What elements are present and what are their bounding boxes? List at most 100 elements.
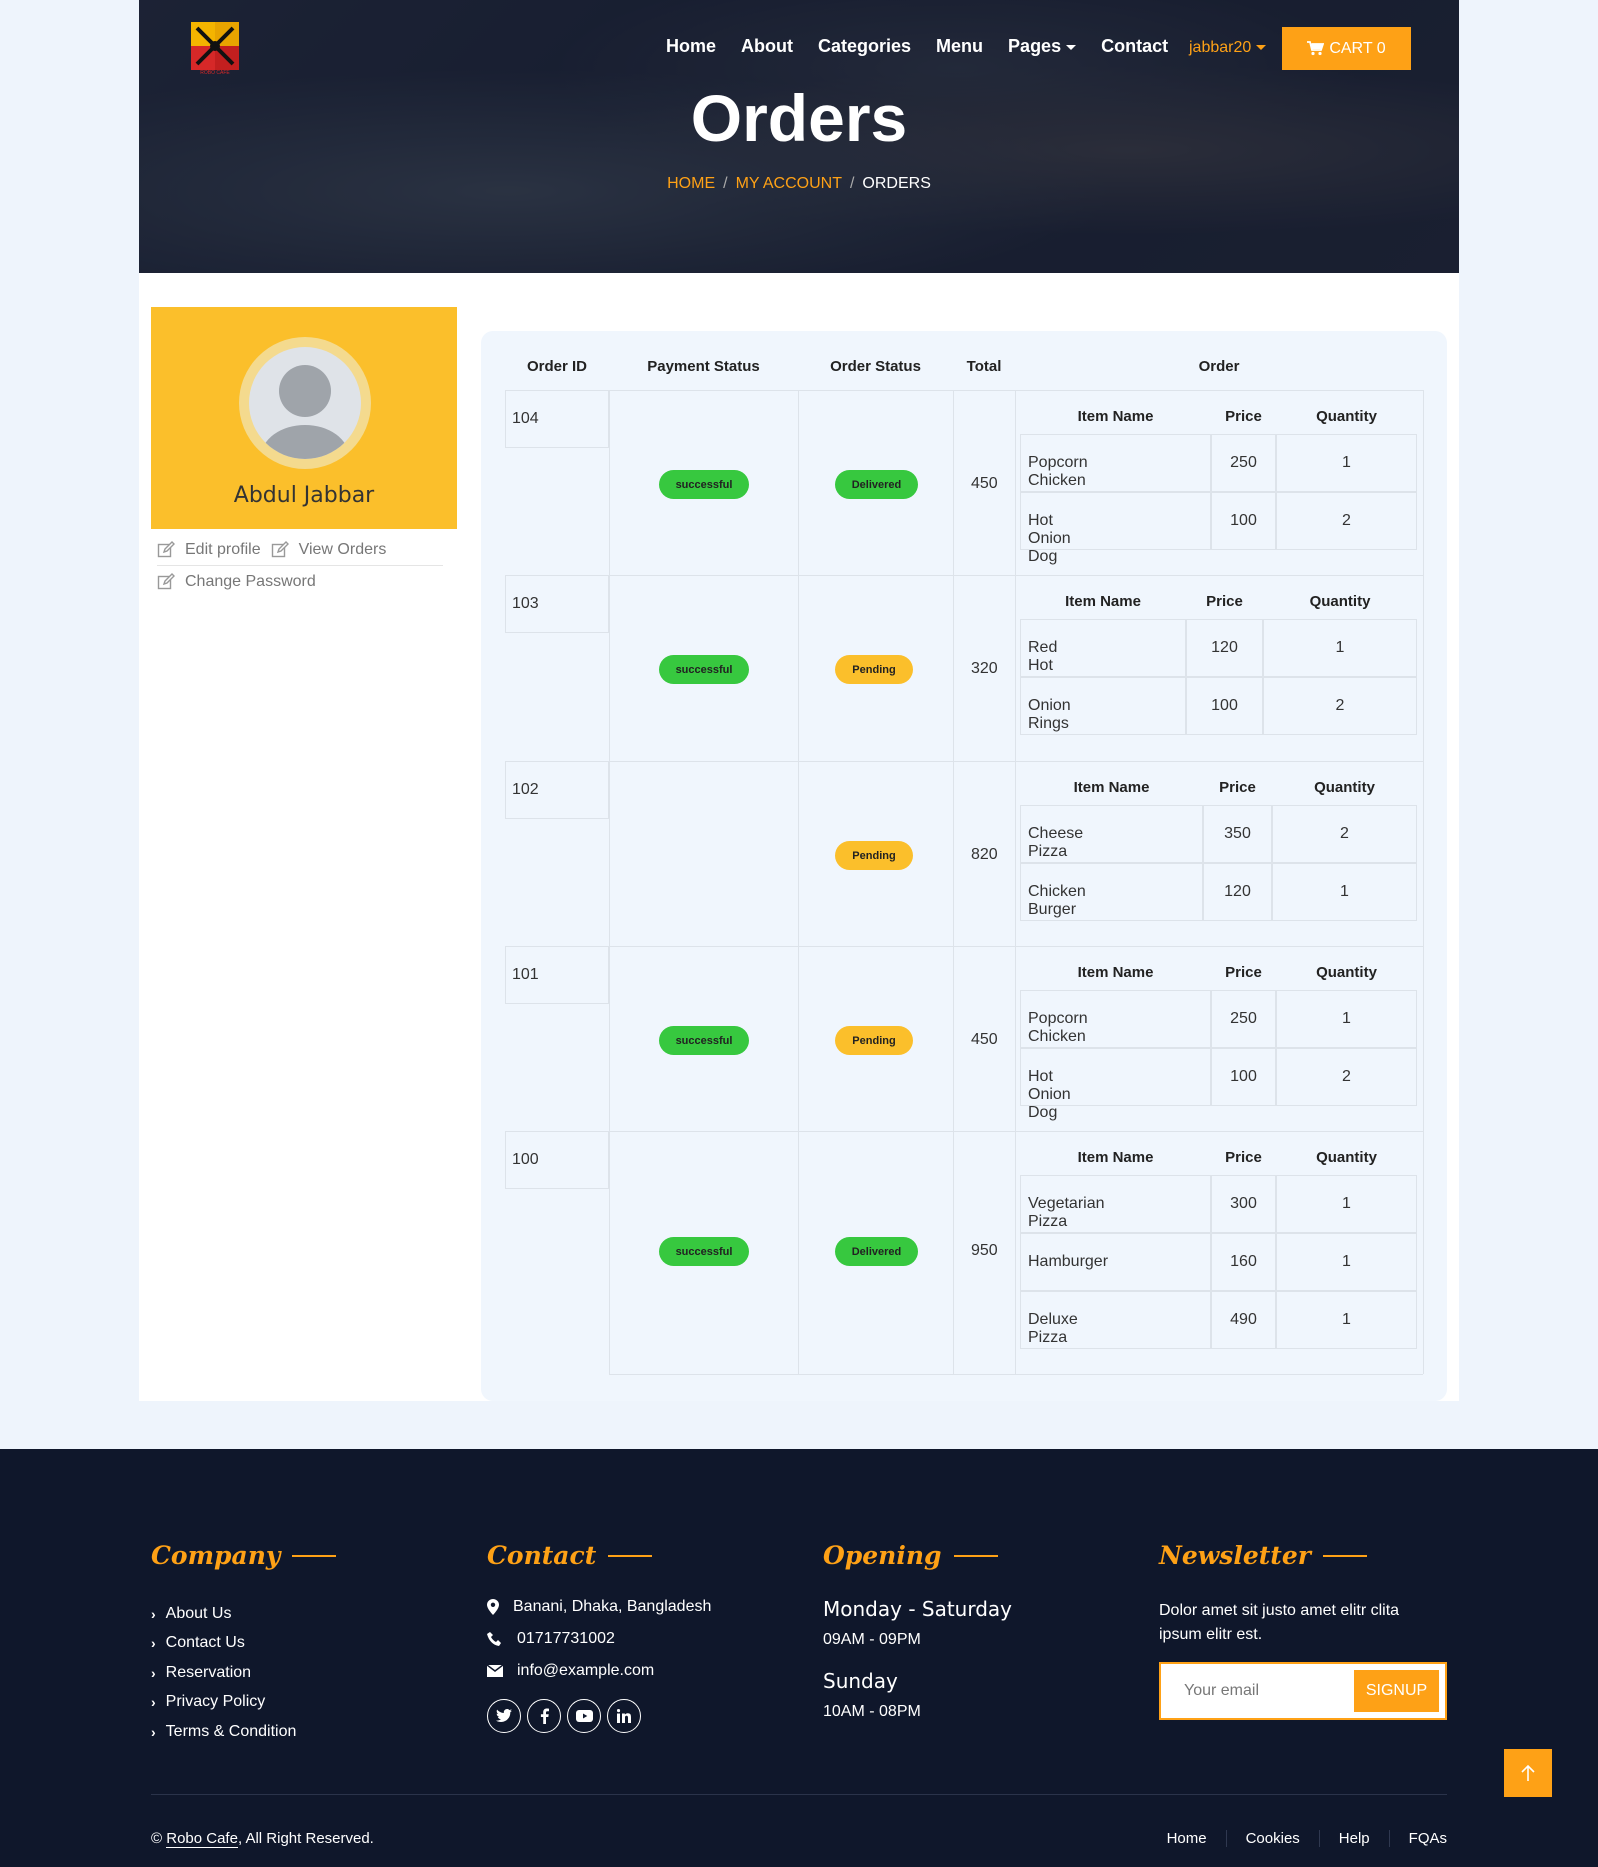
item-quantity: 2 <box>1342 1068 1351 1085</box>
header-order-id: Order ID <box>526 358 587 375</box>
footer-menu-home[interactable]: Home <box>1148 1830 1227 1847</box>
nav-categories[interactable]: Categories <box>818 36 911 57</box>
column-divider <box>953 575 954 761</box>
chevron-right-icon: › <box>151 1723 156 1740</box>
item-quantity: 1 <box>1340 883 1349 900</box>
user-menu-dropdown[interactable]: jabbar20 <box>1189 39 1266 57</box>
item-name-header: Item Name <box>1073 779 1150 796</box>
item-name: Popcorn Chicken <box>1028 454 1088 489</box>
footer-menu-help[interactable]: Help <box>1320 1830 1390 1847</box>
item-quantity: 1 <box>1342 1311 1351 1328</box>
profile-name: Abdul Jabbar <box>233 483 375 508</box>
price-header: Price <box>1206 593 1243 610</box>
breadcrumb-current: ORDERS <box>862 175 931 192</box>
item-price: 100 <box>1230 512 1257 529</box>
column-divider <box>798 575 799 761</box>
column-divider <box>609 575 610 761</box>
back-to-top-button[interactable] <box>1504 1749 1552 1797</box>
footer-link-reservation[interactable]: › Reservation <box>151 1658 296 1688</box>
orders-panel: Order ID Payment Status Order Status Tot… <box>481 331 1447 1401</box>
user-avatar-icon <box>261 365 349 459</box>
linkedin-icon[interactable] <box>607 1699 641 1733</box>
item-quantity: 1 <box>1342 1010 1351 1027</box>
twitter-icon[interactable] <box>487 1699 521 1733</box>
payment-status-badge: successful <box>659 1026 749 1055</box>
item-quantity: 1 <box>1342 1195 1351 1212</box>
order-id: 102 <box>512 781 539 798</box>
footer-link-contact-us[interactable]: › Contact Us <box>151 1629 296 1659</box>
nav-pages-dropdown[interactable]: Pages <box>1008 36 1076 57</box>
footer-link-about-us[interactable]: › About Us <box>151 1599 296 1629</box>
item-name: Popcorn Chicken <box>1028 1010 1088 1045</box>
footer-menu-fqas[interactable]: FQAs <box>1390 1830 1447 1847</box>
header-order-status: Order Status <box>830 358 921 375</box>
column-divider <box>798 390 799 575</box>
breadcrumb-separator: / <box>849 175 855 192</box>
row-divider <box>609 1131 1423 1132</box>
footer-menu-cookies[interactable]: Cookies <box>1227 1830 1320 1847</box>
nav-about[interactable]: About <box>741 36 793 57</box>
change-password-link[interactable]: Change Password <box>185 573 316 591</box>
breadcrumb-my-account[interactable]: MY ACCOUNT <box>736 175 842 192</box>
footer-link-label: Privacy Policy <box>165 1693 266 1711</box>
robo-cafe-logo[interactable]: ROBO CAFE <box>189 20 241 76</box>
edit-profile-link[interactable]: Edit profile <box>185 541 261 559</box>
envelope-icon <box>487 1665 503 1677</box>
column-divider <box>609 1131 610 1374</box>
footer-newsletter-title: Newsletter <box>1159 1541 1367 1570</box>
item-price: 490 <box>1230 1311 1257 1328</box>
svg-text:ROBO CAFE: ROBO CAFE <box>200 70 230 76</box>
breadcrumb: HOME / MY ACCOUNT / ORDERS <box>139 175 1459 193</box>
item-name-header: Item Name <box>1065 593 1141 610</box>
main-nav: Home About Categories Menu Pages Contact <box>666 36 1168 57</box>
footer-link-privacy-policy[interactable]: › Privacy Policy <box>151 1688 296 1718</box>
breadcrumb-home[interactable]: HOME <box>667 175 715 192</box>
quantity-header: Quantity <box>1316 964 1377 981</box>
nav-home[interactable]: Home <box>666 36 716 57</box>
quantity-header: Quantity <box>1316 408 1377 425</box>
footer: Company › About Us › Contact Us › Reservati… <box>0 1449 1598 1867</box>
footer-opening-title: Opening <box>823 1541 998 1570</box>
newsletter-email-input[interactable]: Your email <box>1184 1682 1259 1700</box>
arrow-up-icon <box>1521 1764 1535 1781</box>
nav-menu[interactable]: Menu <box>936 36 983 57</box>
footer-divider <box>151 1794 1447 1795</box>
view-orders-link[interactable]: View Orders <box>299 541 387 559</box>
quantity-header: Quantity <box>1309 593 1371 610</box>
payment-status-badge: successful <box>659 655 749 684</box>
footer-link-label: Reservation <box>165 1663 252 1681</box>
facebook-icon[interactable] <box>527 1699 561 1733</box>
order-total: 950 <box>971 1242 998 1259</box>
copyright-symbol: © <box>151 1830 163 1847</box>
item-price: 300 <box>1230 1195 1257 1212</box>
youtube-icon[interactable] <box>567 1699 601 1733</box>
order-id: 103 <box>512 595 539 612</box>
footer-link-terms[interactable]: › Terms & Condition <box>151 1717 296 1747</box>
newsletter-text: Dolor amet sit justo amet elitr clita ip… <box>1159 1602 1400 1643</box>
footer-email: info@example.com <box>517 1662 655 1679</box>
order-status-badge: Delivered <box>835 470 918 499</box>
item-quantity: 2 <box>1335 697 1345 714</box>
item-quantity: 1 <box>1342 1253 1351 1270</box>
column-divider <box>953 946 954 1131</box>
column-divider <box>953 1131 954 1374</box>
edit-icon <box>157 541 175 558</box>
newsletter-signup-button[interactable]: SIGNUP <box>1354 1670 1439 1712</box>
newsletter-form: Your email SIGNUP <box>1159 1662 1447 1720</box>
item-price: 120 <box>1211 639 1238 656</box>
order-id: 100 <box>512 1151 539 1168</box>
footer-address: Banani, Dhaka, Bangladesh <box>513 1598 712 1615</box>
edit-icon <box>271 541 289 558</box>
item-price: 100 <box>1230 1068 1257 1085</box>
item-name: Red Hot <box>1028 639 1058 674</box>
footer-contact-info: Banani, Dhaka, Bangladesh 01717731002 in… <box>487 1591 711 1687</box>
cart-button[interactable]: CART 0 <box>1282 27 1411 70</box>
nav-contact[interactable]: Contact <box>1101 36 1168 57</box>
item-name-header: Item Name <box>1077 964 1154 981</box>
order-status-badge: Delivered <box>835 1237 918 1266</box>
brand-link[interactable]: Robo Cafe <box>166 1830 238 1848</box>
avatar <box>239 337 371 469</box>
item-name: Cheese Pizza <box>1028 825 1084 860</box>
quantity-header: Quantity <box>1314 779 1375 796</box>
column-divider <box>609 946 610 1131</box>
